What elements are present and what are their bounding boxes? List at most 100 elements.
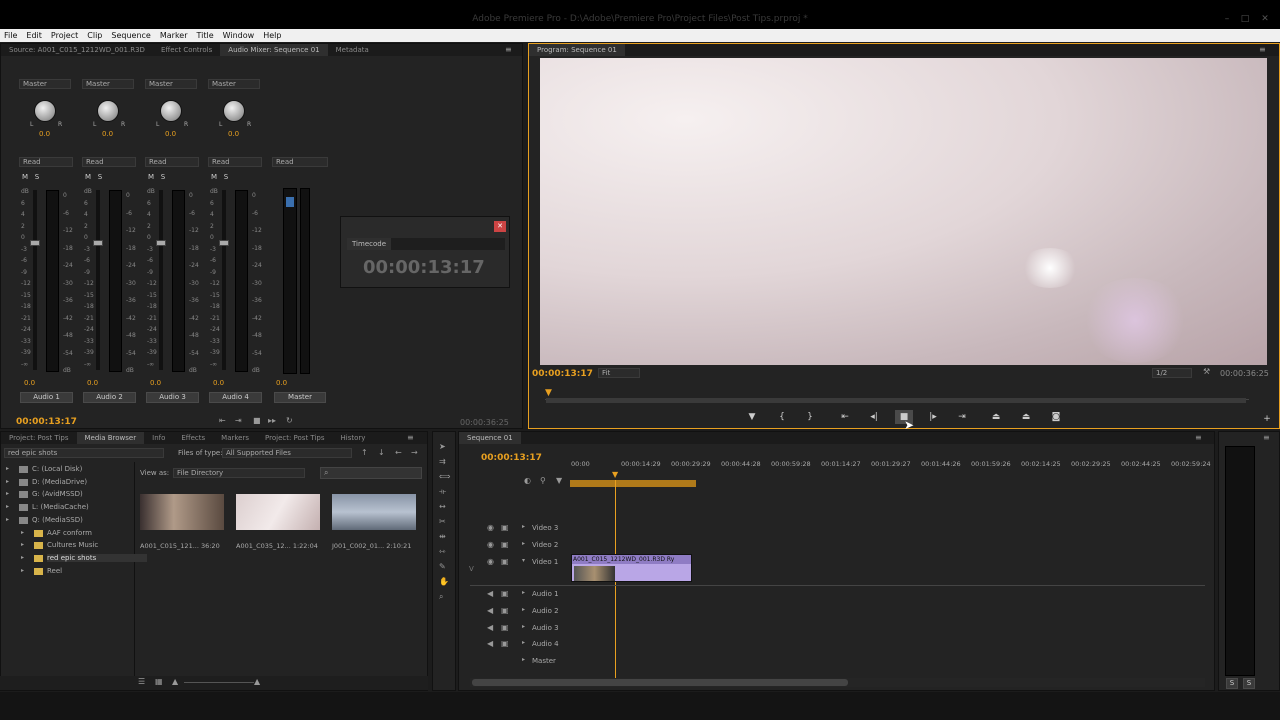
tree-item[interactable]: L: (MediaCache)	[32, 503, 89, 511]
expand-arrow-icon[interactable]: ▸	[21, 554, 24, 561]
track-expand-icon[interactable]: ▸	[522, 589, 525, 596]
tab-history[interactable]: History	[333, 432, 374, 444]
step-back-icon[interactable]: ◂|	[865, 410, 883, 424]
automation-mode-dropdown[interactable]: Read	[19, 157, 73, 167]
pen-tool-icon[interactable]: ✎	[439, 562, 446, 571]
tab-sequence[interactable]: Sequence 01	[459, 432, 521, 444]
program-playhead[interactable]: ▼	[545, 388, 552, 398]
master-volume-value[interactable]: 0.0	[276, 379, 287, 387]
meters-panel-menu-icon[interactable]: ≡	[1263, 433, 1270, 442]
extract-icon[interactable]: ⏏	[1017, 410, 1035, 424]
tab-audio-mixer[interactable]: Audio Mixer: Sequence 01	[220, 44, 328, 56]
expand-arrow-icon[interactable]: ▸	[6, 478, 9, 485]
project-panel-menu-icon[interactable]: ≡	[407, 433, 414, 442]
slide-tool-icon[interactable]: ⇿	[439, 547, 446, 556]
output-dropdown[interactable]: Master	[145, 79, 197, 89]
tree-item[interactable]: Cultures Music	[47, 541, 98, 549]
menu-clip[interactable]: Clip	[87, 31, 102, 40]
mark-in-icon[interactable]: {	[773, 410, 791, 424]
add-marker-icon[interactable]: ▼	[743, 410, 761, 424]
eye-icon[interactable]: ◉	[487, 540, 494, 549]
automation-mode-dropdown[interactable]: Read	[145, 157, 199, 167]
film-icon[interactable]: ▣	[501, 523, 509, 532]
list-view-icon[interactable]: ☰	[138, 677, 145, 686]
menu-edit[interactable]: Edit	[26, 31, 42, 40]
forward-icon[interactable]: →	[411, 448, 418, 457]
tab-effects[interactable]: Effects	[173, 432, 213, 444]
tab-source[interactable]: Source: A001_C015_1212WD_001.R3D	[1, 44, 153, 56]
files-of-type-dropdown[interactable]: All Supported Files	[222, 448, 352, 458]
volume-fader[interactable]	[156, 240, 166, 247]
tab-media-browser[interactable]: Media Browser	[76, 432, 145, 444]
track-expand-icon[interactable]: ▸	[522, 606, 525, 613]
audio-track-icon[interactable]: ▣	[501, 639, 509, 648]
volume-value[interactable]: 0.0	[24, 379, 35, 387]
video-track-name[interactable]: Video 3	[532, 524, 558, 532]
thumbnail-size-slider[interactable]	[184, 682, 254, 683]
master-automation-dropdown[interactable]: Read	[272, 157, 328, 167]
tab-effect-controls[interactable]: Effect Controls	[153, 44, 220, 56]
up-folder-icon[interactable]: ↑	[361, 448, 368, 457]
solo-button[interactable]: S	[95, 173, 105, 184]
menu-sequence[interactable]: Sequence	[111, 31, 150, 40]
tab-markers[interactable]: Markers	[213, 432, 257, 444]
track-expand-icon[interactable]: ▸	[522, 540, 525, 547]
view-as-dropdown[interactable]: File Directory	[173, 468, 305, 478]
add-marker-timeline-icon[interactable]: ▼	[556, 476, 562, 485]
menu-title[interactable]: Title	[197, 31, 214, 40]
audio-track-icon[interactable]: ▣	[501, 623, 509, 632]
pan-knob[interactable]	[223, 100, 245, 122]
output-dropdown[interactable]: Master	[208, 79, 260, 89]
stop-icon[interactable]: ■	[253, 416, 261, 425]
mute-button[interactable]: M	[83, 173, 93, 184]
zoom-tool-icon[interactable]: ⌕	[439, 592, 443, 602]
ripple-edit-tool-icon[interactable]: ⟺	[439, 472, 450, 481]
video-track-name[interactable]: Video 2	[532, 541, 558, 549]
tab-project[interactable]: Project: Post Tips	[1, 432, 77, 444]
razor-tool-icon[interactable]: ✂	[439, 517, 446, 526]
timeline-scrollbar[interactable]	[470, 678, 1205, 687]
eye-icon[interactable]: ◉	[487, 557, 494, 566]
tab-metadata[interactable]: Metadata	[328, 44, 377, 56]
tree-item[interactable]: AAF conform	[47, 529, 92, 537]
clip-thumbnail[interactable]	[140, 494, 224, 530]
loop-icon[interactable]: ↻	[286, 416, 293, 425]
expand-arrow-icon[interactable]: ▸	[21, 529, 24, 536]
search-input[interactable]: ⌕	[320, 467, 422, 479]
rate-stretch-tool-icon[interactable]: ↔	[439, 502, 446, 511]
audio-track-name[interactable]: Audio 1	[532, 590, 559, 598]
speaker-icon[interactable]: ◀	[487, 606, 493, 615]
selection-tool-icon[interactable]: ➤	[439, 442, 446, 451]
output-dropdown[interactable]: Master	[19, 79, 71, 89]
export-frame-icon[interactable]: ◙	[1047, 410, 1065, 424]
pan-value[interactable]: 0.0	[102, 130, 113, 138]
solo-left-button[interactable]: S	[1226, 678, 1238, 689]
timeline-scroll-thumb[interactable]	[472, 679, 848, 686]
tree-item[interactable]: G: (AvidMSSD)	[32, 490, 83, 498]
down-icon[interactable]: ↓	[378, 448, 385, 457]
resolution-dropdown[interactable]: 1/2	[1152, 368, 1192, 378]
pan-knob[interactable]	[34, 100, 56, 122]
timeline-playhead[interactable]: ▼	[612, 470, 618, 479]
solo-right-button[interactable]: S	[1243, 678, 1255, 689]
mute-button[interactable]: M	[20, 173, 30, 184]
program-panel-menu-icon[interactable]: ≡	[1259, 45, 1266, 54]
expand-arrow-icon[interactable]: ▸	[6, 503, 9, 510]
expand-arrow-icon[interactable]: ▸	[6, 490, 9, 497]
speaker-icon[interactable]: ◀	[487, 623, 493, 632]
expand-arrow-icon[interactable]: ▸	[6, 516, 9, 523]
speaker-icon[interactable]: ◀	[487, 589, 493, 598]
automation-mode-dropdown[interactable]: Read	[82, 157, 136, 167]
audio-track-name[interactable]: Audio 2	[532, 607, 559, 615]
pan-knob[interactable]	[160, 100, 182, 122]
volume-fader-track[interactable]	[159, 190, 163, 370]
snap-icon[interactable]: ◐	[524, 476, 531, 485]
mute-button[interactable]: M	[209, 173, 219, 184]
film-icon[interactable]: ▣	[501, 540, 509, 549]
zoom-in-icon[interactable]: ▲	[254, 677, 260, 686]
minimize-icon[interactable]: –	[1218, 14, 1236, 24]
tab-info[interactable]: Info	[144, 432, 173, 444]
slip-tool-icon[interactable]: ⇹	[439, 532, 446, 541]
solo-button[interactable]: S	[221, 173, 231, 184]
eye-icon[interactable]: ◉	[487, 523, 494, 532]
